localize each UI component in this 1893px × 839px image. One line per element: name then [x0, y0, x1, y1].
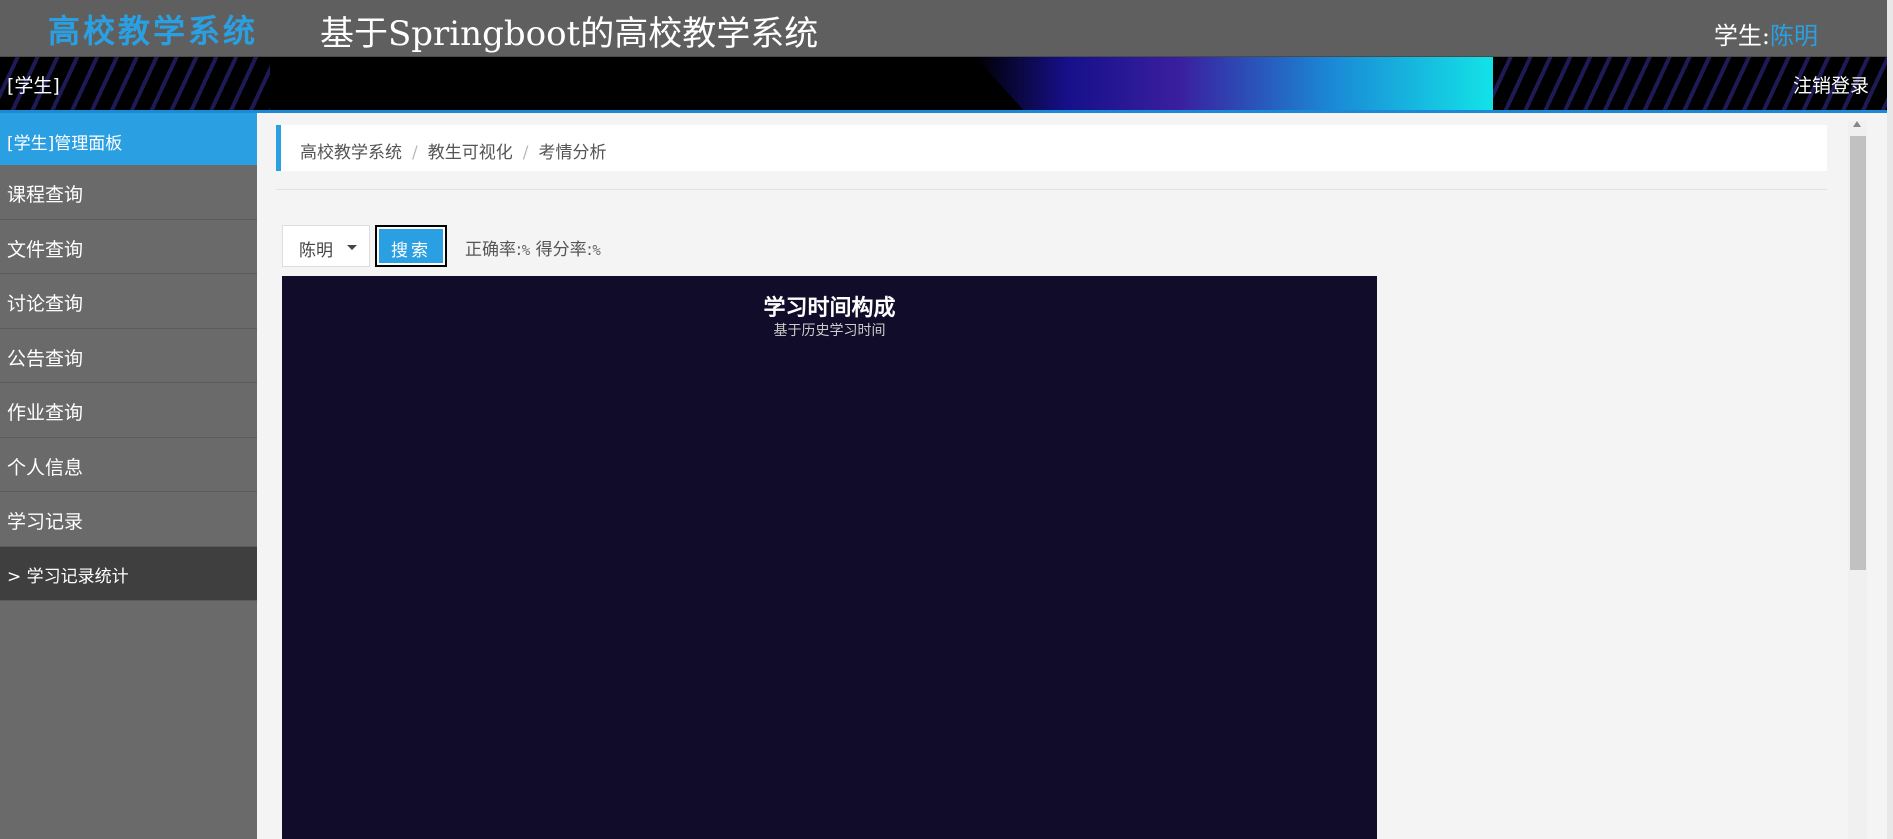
- breadcrumb-item-visualization[interactable]: 教生可视化: [428, 143, 513, 163]
- user-info: 学生:陈明: [1714, 16, 1818, 51]
- vertical-scrollbar[interactable]: [1848, 121, 1867, 839]
- score-value: %: [592, 243, 601, 259]
- sidebar-item-personal-info[interactable]: 个人信息: [0, 438, 257, 492]
- breadcrumb-item-home[interactable]: 高校教学系统: [300, 143, 402, 163]
- scrollbar-thumb[interactable]: [1850, 136, 1866, 570]
- student-select-dropdown[interactable]: 陈明: [282, 225, 370, 267]
- accuracy-label: 正确率:: [465, 240, 522, 260]
- breadcrumb-separator: /: [522, 143, 529, 163]
- stats-readout: 正确率:% 得分率:%: [465, 235, 601, 260]
- chart-subtitle: 基于历史学习时间: [773, 323, 886, 339]
- sidebar-item-study-stats[interactable]: > 学习记录统计: [0, 546, 257, 601]
- brand-logo-text: 高校教学系统: [48, 12, 259, 50]
- main-content: 高校教学系统 / 教生可视化 / 考情分析 陈明 搜索 正确率:% 得分率:% 学习时间…: [257, 113, 1893, 839]
- accuracy-value: %: [521, 243, 531, 259]
- breadcrumb-separator: /: [412, 143, 418, 163]
- user-name[interactable]: 陈明: [1770, 22, 1818, 50]
- chart-title: 学习时间构成: [763, 296, 896, 321]
- user-role-prefix: 学生:: [1713, 22, 1770, 50]
- breadcrumb-item-current: 考情分析: [538, 143, 607, 163]
- top-bar: 高校教学系统 基于Springboot的高校教学系统 学生:陈明: [0, 0, 1893, 57]
- window-edge: [1887, 0, 1893, 839]
- sidebar-item-study-records[interactable]: 学习记录: [0, 492, 257, 547]
- study-time-chart: 学习时间构成 基于历史学习时间: [282, 276, 1377, 839]
- banner-glow: [975, 57, 1487, 113]
- search-button[interactable]: 搜索: [375, 225, 447, 267]
- system-title: 基于Springboot的高校教学系统: [320, 14, 819, 54]
- chevron-down-icon: [347, 245, 357, 250]
- sidebar-item-course-query[interactable]: 课程查询: [0, 165, 257, 220]
- sidebar: [学生]管理面板 课程查询 文件查询 讨论查询 公告查询 作业查询 个人信息 学…: [0, 113, 257, 839]
- role-label: [学生]: [7, 75, 60, 97]
- student-select-value: 陈明: [299, 241, 333, 261]
- sidebar-item-file-query[interactable]: 文件查询: [0, 220, 257, 274]
- logout-link[interactable]: 注销登录: [1793, 71, 1869, 98]
- banner: [学生] 注销登录: [0, 57, 1893, 113]
- score-label: 得分率:: [535, 240, 593, 260]
- scroll-up-arrow-icon[interactable]: [1853, 121, 1861, 127]
- breadcrumb: 高校教学系统 / 教生可视化 / 考情分析: [276, 125, 1827, 171]
- divider: [276, 189, 1827, 190]
- sidebar-item-homework-query[interactable]: 作业查询: [0, 383, 257, 438]
- sidebar-item-notice-query[interactable]: 公告查询: [0, 329, 257, 383]
- sidebar-header: [学生]管理面板: [0, 113, 257, 165]
- sidebar-item-discussion-query[interactable]: 讨论查询: [0, 274, 257, 329]
